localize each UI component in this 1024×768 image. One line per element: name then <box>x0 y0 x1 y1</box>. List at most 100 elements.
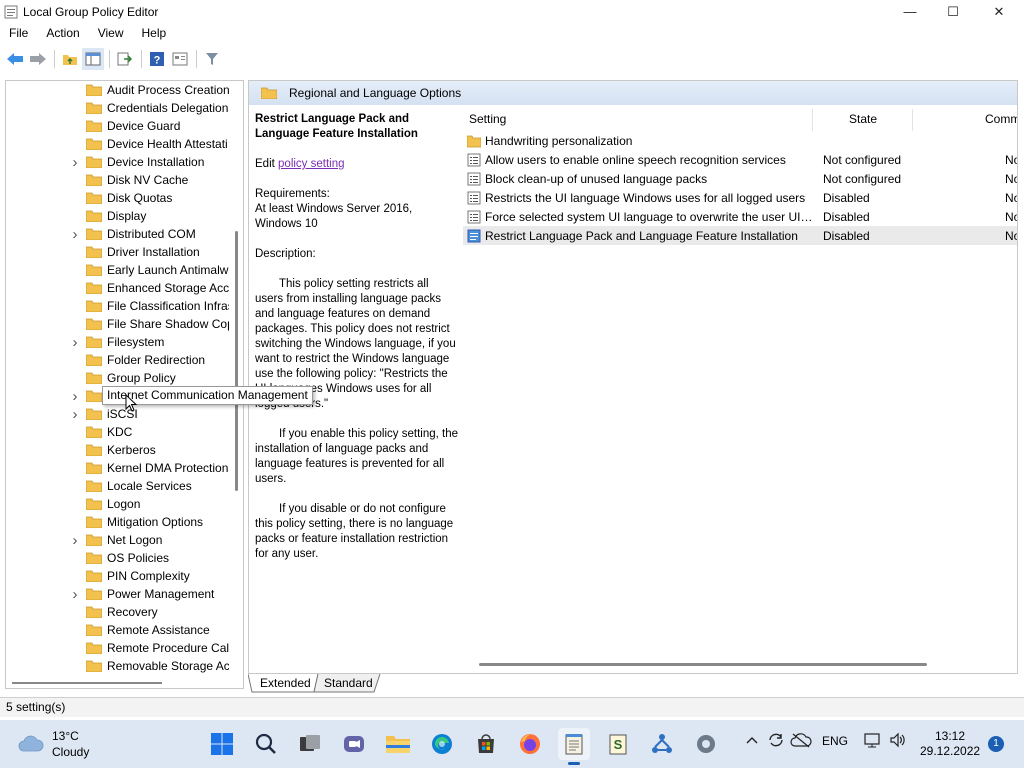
tree-item[interactable]: KDC <box>6 423 243 441</box>
system-clock[interactable]: 13:12 29.12.2022 <box>920 729 980 759</box>
task-view-button[interactable] <box>294 728 326 760</box>
expand-chevron-icon[interactable]: › <box>70 406 80 423</box>
chat-button[interactable] <box>338 728 370 760</box>
tree-item[interactable]: Kerberos <box>6 441 243 459</box>
tree-item[interactable]: PIN Complexity <box>6 567 243 585</box>
setting-comment: No <box>1005 190 1017 205</box>
tree-item[interactable]: Remote Procedure Call <box>6 639 243 657</box>
weather-widget[interactable]: 13°C Cloudy <box>0 720 155 768</box>
menu-file[interactable]: File <box>0 23 37 44</box>
expand-chevron-icon[interactable]: › <box>70 388 80 405</box>
edit-policy-setting-link[interactable]: policy setting <box>278 158 344 170</box>
menu-view[interactable]: View <box>89 23 133 44</box>
edge-icon <box>432 734 452 754</box>
column-header-state[interactable]: State <box>849 105 877 131</box>
start-button[interactable] <box>206 728 238 760</box>
tree-item[interactable]: Folder Redirection <box>6 351 243 369</box>
export-list-button[interactable] <box>114 48 136 70</box>
tree-item[interactable]: Recovery <box>6 603 243 621</box>
tree-item[interactable]: › Net Logon <box>6 531 243 549</box>
tree-item-label: Filesystem <box>107 335 165 349</box>
svg-text:S: S <box>614 737 623 752</box>
expand-chevron-icon[interactable]: › <box>70 226 80 243</box>
back-button[interactable] <box>4 48 26 70</box>
input-language-indicator[interactable]: ENG <box>822 734 848 748</box>
table-row[interactable]: Block clean-up of unused language packs N… <box>463 169 1017 188</box>
search-button[interactable] <box>250 728 282 760</box>
maximize-button[interactable]: ☐ <box>930 0 976 23</box>
notification-badge[interactable]: 1 <box>988 736 1004 752</box>
cloud-sync-icon[interactable] <box>790 732 812 751</box>
tree-item[interactable]: Device Health Attestati <box>6 135 243 153</box>
help-button[interactable]: ? <box>146 48 168 70</box>
tree-item[interactable]: Kernel DMA Protection <box>6 459 243 477</box>
table-row[interactable]: Restricts the UI language Windows uses f… <box>463 188 1017 207</box>
filter-button[interactable] <box>201 48 223 70</box>
tree-item[interactable]: Locale Services <box>6 477 243 495</box>
tree-item[interactable]: File Classification Infras <box>6 297 243 315</box>
expand-chevron-icon[interactable]: › <box>70 334 80 351</box>
menu-help[interactable]: Help <box>133 23 176 44</box>
column-header-comment[interactable]: Comm <box>985 105 1017 131</box>
tree-item[interactable]: › Device Installation <box>6 153 243 171</box>
tree-item[interactable]: Disk NV Cache <box>6 171 243 189</box>
tree-item[interactable]: Audit Process Creation <box>6 81 243 99</box>
tree-item[interactable]: › Filesystem <box>6 333 243 351</box>
settings-button[interactable] <box>690 728 722 760</box>
group-policy-editor-taskbar-button[interactable] <box>558 728 590 765</box>
tree-item[interactable]: Device Guard <box>6 117 243 135</box>
store-button[interactable] <box>470 728 502 760</box>
show-hidden-icons-chevron-icon[interactable] <box>745 734 759 749</box>
tab-standard[interactable]: Standard <box>316 674 381 693</box>
tree-item[interactable]: Remote Assistance <box>6 621 243 639</box>
network-icon[interactable] <box>863 732 881 751</box>
expand-chevron-icon[interactable]: › <box>70 154 80 171</box>
tree-item[interactable]: Driver Installation <box>6 243 243 261</box>
minimize-button[interactable]: — <box>887 0 933 23</box>
tab-extended[interactable]: Extended <box>252 674 319 693</box>
tree-item[interactable]: Early Launch Antimalw <box>6 261 243 279</box>
script-editor-button[interactable]: S <box>602 728 634 760</box>
tree-item[interactable]: OS Policies <box>6 549 243 567</box>
forward-button[interactable] <box>27 48 49 70</box>
settings-list[interactable]: Setting State Comm Handwriting personali… <box>463 105 1017 673</box>
network-tool-button[interactable] <box>646 728 678 760</box>
firefox-button[interactable] <box>514 728 546 760</box>
tree-item[interactable]: Enhanced Storage Acce <box>6 279 243 297</box>
tree-item[interactable]: Logon <box>6 495 243 513</box>
column-header-setting[interactable]: Setting <box>469 105 506 131</box>
tree-item[interactable]: Disk Quotas <box>6 189 243 207</box>
expand-chevron-icon[interactable]: › <box>70 532 80 549</box>
tree-item[interactable]: Display <box>6 207 243 225</box>
file-explorer-button[interactable] <box>382 728 414 760</box>
column-divider[interactable] <box>912 109 913 131</box>
column-divider[interactable] <box>812 109 813 131</box>
console-tree[interactable]: Audit Process Creation Credentials Delega… <box>5 80 244 689</box>
table-row[interactable]: Allow users to enable online speech reco… <box>463 150 1017 169</box>
folder-icon <box>86 264 102 276</box>
tree-item[interactable]: › Power Management <box>6 585 243 603</box>
setting-name: Handwriting personalization <box>485 133 633 148</box>
tree-item[interactable]: File Share Shadow Cop <box>6 315 243 333</box>
properties-button[interactable] <box>169 48 191 70</box>
table-row[interactable]: Force selected system UI language to ove… <box>463 207 1017 226</box>
tree-horizontal-scrollbar[interactable] <box>12 682 162 684</box>
tree-item[interactable]: Removable Storage Ac <box>6 657 243 675</box>
list-horizontal-scrollbar[interactable] <box>479 663 927 666</box>
tree-item-label: Device Guard <box>107 119 181 133</box>
description-paragraph: If you enable this policy setting, the i… <box>255 428 458 485</box>
up-folder-button[interactable] <box>59 48 81 70</box>
tree-item[interactable]: Group Policy <box>6 369 243 387</box>
tree-item[interactable]: › Distributed COM <box>6 225 243 243</box>
volume-icon[interactable] <box>889 732 907 751</box>
close-button[interactable]: ✕ <box>976 0 1022 23</box>
tree-item[interactable]: Credentials Delegation <box>6 99 243 117</box>
sync-icon[interactable] <box>767 732 785 751</box>
menu-action[interactable]: Action <box>37 23 88 44</box>
tree-item[interactable]: Mitigation Options <box>6 513 243 531</box>
expand-chevron-icon[interactable]: › <box>70 586 80 603</box>
edge-button[interactable] <box>426 728 458 760</box>
table-row[interactable]: Handwriting personalization <box>463 131 1017 150</box>
table-row[interactable]: Restrict Language Pack and Language Feat… <box>463 226 1017 245</box>
show-hide-tree-button[interactable] <box>82 48 104 70</box>
